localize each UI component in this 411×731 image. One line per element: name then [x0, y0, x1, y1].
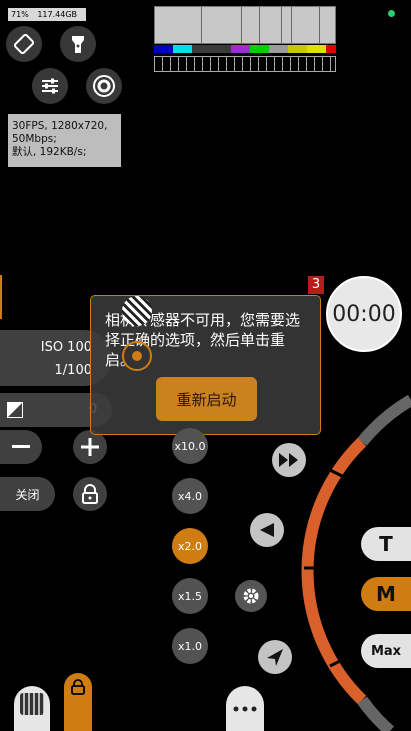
plus-icon — [81, 438, 99, 456]
timer-badge: 3 — [308, 276, 324, 294]
max-mode-button[interactable]: Max — [361, 634, 411, 668]
waveform-preview — [154, 6, 336, 72]
dial-arc-orange — [301, 437, 367, 705]
exposure-icon — [7, 402, 23, 418]
battery-level: 71% — [11, 10, 29, 19]
flashlight-button[interactable] — [60, 26, 96, 62]
ev-plus-button[interactable] — [73, 430, 107, 464]
manual-mode-button[interactable]: M — [361, 577, 411, 611]
grid-icon — [20, 693, 44, 715]
iso-value: ISO 100 — [40, 340, 92, 355]
left-edge-marker — [0, 275, 2, 319]
restart-button[interactable]: 重新启动 — [156, 377, 257, 421]
status-bar: 71% 117.44GB — [8, 8, 87, 21]
rotate-lock-button[interactable] — [6, 26, 42, 62]
tele-mode-button[interactable]: T — [361, 527, 411, 561]
more-options-button[interactable] — [226, 686, 264, 731]
dial-arc-top-gray — [357, 394, 411, 446]
settings-sliders-button[interactable] — [32, 68, 68, 104]
dial-arc-bottom-gray — [357, 696, 395, 731]
zoom-level-button[interactable]: x2.0 — [172, 528, 208, 564]
video-info-panel: 30FPS, 1280x720, 50Mbps; 默认, 192KB/s; — [8, 114, 121, 167]
focus-indicator — [122, 296, 152, 326]
sliders-icon — [42, 78, 58, 94]
shutter-value: 1/100 — [54, 363, 92, 378]
storage-free: 117.44GB — [37, 10, 78, 19]
fast-forward-button[interactable] — [272, 443, 306, 477]
lock-exposure-button[interactable] — [64, 673, 92, 731]
info-line-2: 50Mbps; — [12, 133, 57, 145]
recording-indicator-dot — [388, 10, 395, 17]
settings-button[interactable] — [235, 580, 267, 612]
info-line-3: 默认, 192KB/s; — [12, 146, 87, 158]
lock-icon — [82, 484, 98, 504]
auto-off-label: 关闭 — [15, 487, 40, 502]
ev-minus-button[interactable] — [0, 430, 42, 464]
auto-off-button[interactable]: 关闭 — [0, 477, 55, 511]
fast-forward-icon — [279, 453, 298, 467]
gallery-button[interactable] — [14, 686, 50, 731]
minus-icon — [12, 445, 30, 448]
color-bars — [154, 45, 336, 53]
shutter-spinner-icon — [122, 341, 152, 371]
arrow-left-icon — [260, 523, 274, 537]
switch-camera-button[interactable] — [250, 513, 284, 547]
zoom-level-button[interactable]: x4.0 — [172, 478, 208, 514]
gear-icon — [243, 588, 259, 604]
lock-button[interactable] — [73, 477, 107, 511]
zoom-level-button[interactable]: x10.0 — [172, 428, 208, 464]
navigate-icon — [267, 649, 283, 666]
info-line-1: 30FPS, 1280x720, — [12, 120, 108, 132]
lock-icon — [71, 679, 85, 695]
timer-value: 00:00 — [332, 301, 396, 327]
zoom-level-button[interactable]: x1.0 — [172, 628, 208, 664]
lens-icon — [93, 75, 115, 97]
lens-button[interactable] — [86, 68, 122, 104]
record-timer[interactable]: 00:00 — [326, 276, 402, 352]
rotate-icon — [13, 33, 35, 55]
more-icon — [233, 706, 257, 711]
zoom-level-button[interactable]: x1.5 — [172, 578, 208, 614]
flashlight-icon — [72, 36, 84, 53]
navigate-button[interactable] — [258, 640, 292, 674]
